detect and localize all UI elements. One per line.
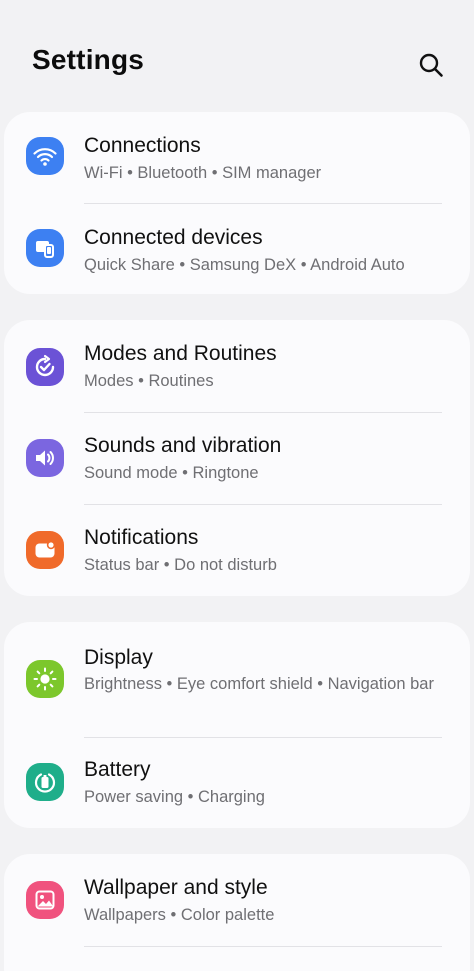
settings-group-connectivity: Connections Wi-Fi • Bluetooth • SIM mana… [4,112,470,294]
item-title: Connections [84,134,201,157]
notification-icon [26,531,64,569]
item-subtitle: Brightness • Eye comfort shield • Naviga… [84,675,434,693]
settings-screen: Settings Connections Wi-Fi • Bluetooth •… [0,0,474,971]
devices-icon [26,229,64,267]
settings-item-connected-devices[interactable]: Connected devices Quick Share • Samsung … [4,204,470,294]
item-subtitle: Wallpapers • Color palette [84,906,275,924]
settings-item-modes-routines[interactable]: Modes and Routines Modes • Routines [4,320,470,412]
settings-item-display[interactable]: Display Brightness • Eye comfort shield … [4,622,470,737]
settings-item-battery[interactable]: Battery Power saving • Charging [4,738,470,828]
divider [84,946,442,947]
item-title: Sounds and vibration [84,434,282,457]
settings-group-display-battery: Display Brightness • Eye comfort shield … [4,622,470,828]
item-subtitle: Quick Share • Samsung DeX • Android Auto [84,256,405,274]
wallpaper-icon [26,881,64,919]
header: Settings [0,0,474,112]
search-button[interactable] [412,46,450,84]
search-icon [419,53,443,77]
settings-group-wallpaper: Wallpaper and style Wallpapers • Color p… [4,854,470,971]
item-title: Modes and Routines [84,342,277,365]
item-subtitle: Power saving • Charging [84,788,265,806]
wifi-icon [26,137,64,175]
item-title: Display [84,646,153,669]
settings-item-notifications[interactable]: Notifications Status bar • Do not distur… [4,505,470,596]
settings-item-wallpaper-style[interactable]: Wallpaper and style Wallpapers • Color p… [4,854,470,946]
item-subtitle: Wi-Fi • Bluetooth • SIM manager [84,164,322,182]
settings-item-connections[interactable]: Connections Wi-Fi • Bluetooth • SIM mana… [4,112,470,204]
item-subtitle: Status bar • Do not disturb [84,556,277,574]
settings-group-modes-sounds: Modes and Routines Modes • Routines Soun… [4,320,470,596]
battery-icon [26,763,64,801]
settings-item-sounds-vibration[interactable]: Sounds and vibration Sound mode • Ringto… [4,413,470,504]
item-subtitle: Modes • Routines [84,372,214,390]
item-title: Wallpaper and style [84,876,268,899]
routines-icon [26,348,64,386]
item-title: Notifications [84,526,199,549]
page-title: Settings [32,44,145,75]
brightness-icon [26,660,64,698]
speaker-icon [26,439,64,477]
item-title: Battery [84,758,151,781]
item-title: Connected devices [84,226,263,249]
item-subtitle: Sound mode • Ringtone [84,464,259,482]
